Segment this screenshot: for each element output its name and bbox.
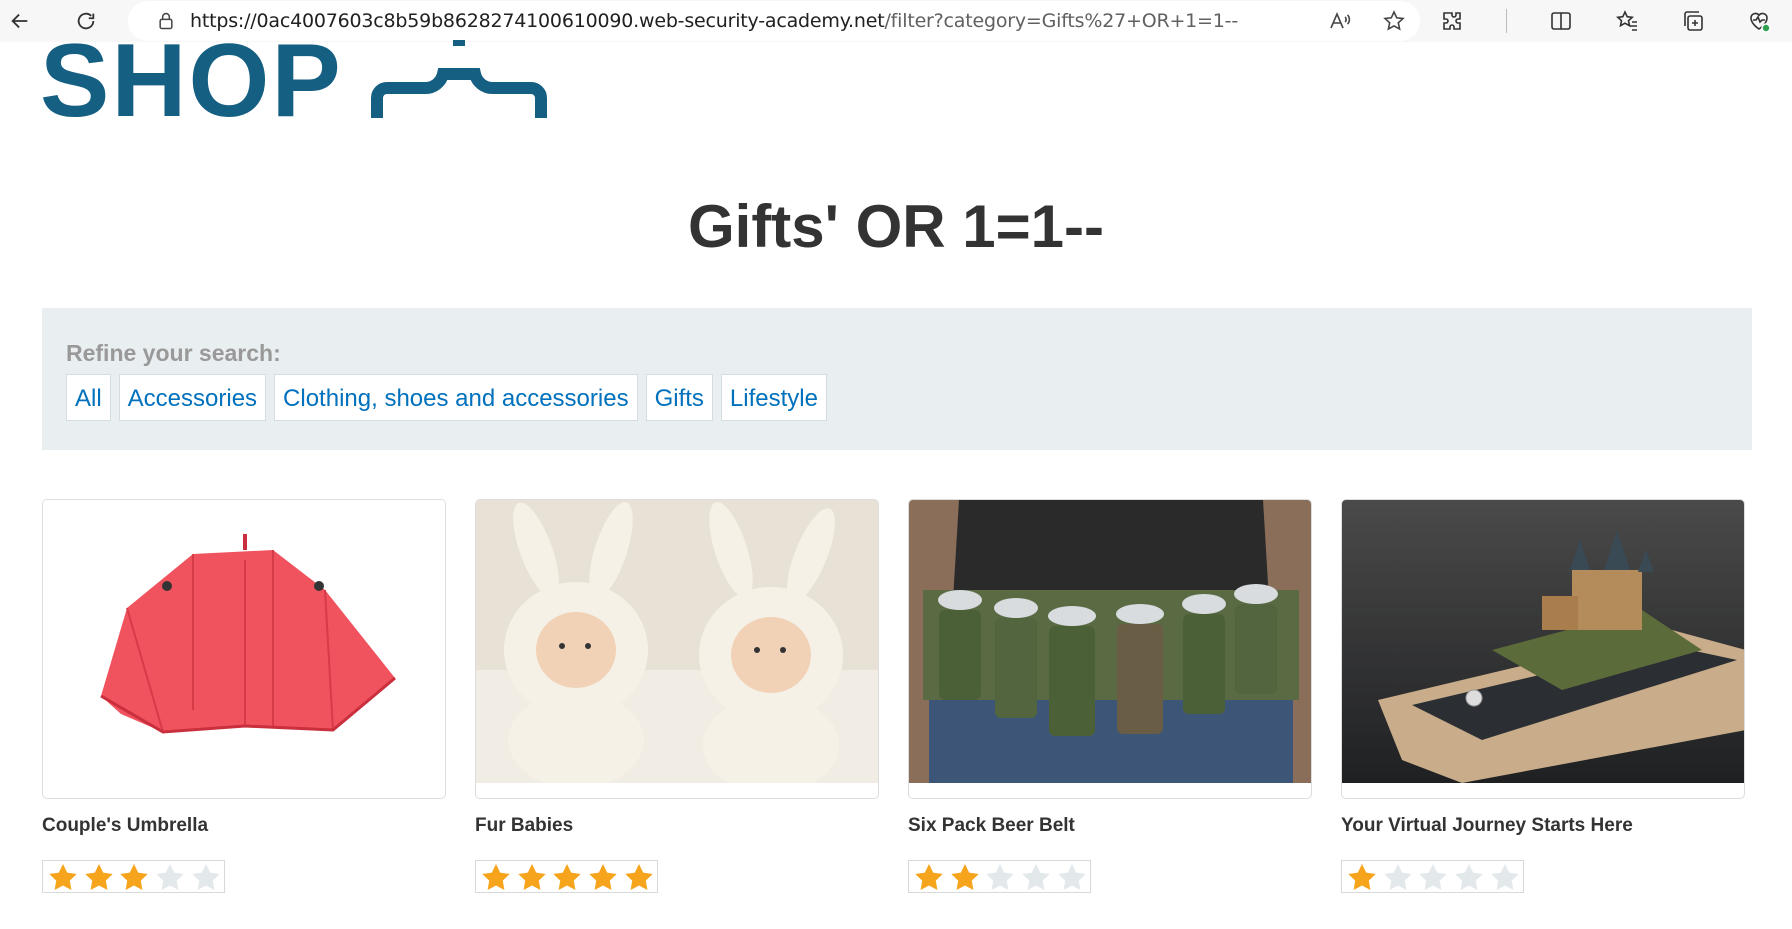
shop-logo[interactable]: SHOP: [40, 38, 547, 124]
logo-text: SHOP: [40, 38, 343, 124]
lock-icon[interactable]: [156, 11, 176, 31]
toolbar-divider: [1506, 9, 1507, 33]
product-card: Fur Babies: [475, 499, 879, 893]
star-rating: [475, 860, 658, 893]
split-screen-icon[interactable]: [1549, 9, 1573, 33]
filter-link-gifts[interactable]: Gifts: [645, 374, 713, 421]
refresh-icon[interactable]: [68, 3, 104, 39]
product-card: Six Pack Beer Belt: [908, 499, 1312, 893]
category-filter-list: All Accessories Clothing, shoes and acce…: [66, 374, 827, 421]
browser-toolbar: https://0ac4007603c8b59b8628274100610090…: [0, 0, 1792, 42]
product-name: Couple's Umbrella: [42, 815, 209, 836]
filter-link-all[interactable]: All: [66, 374, 111, 421]
filter-panel: Refine your search: All Accessories Clot…: [42, 308, 1752, 450]
url-text[interactable]: https://0ac4007603c8b59b8628274100610090…: [190, 10, 1238, 32]
star-filled-icon: [45, 862, 81, 892]
star-rating: [908, 860, 1091, 893]
star-rating: [42, 860, 225, 893]
star-filled-icon: [514, 862, 550, 892]
url-path: /filter?category=Gifts%27+OR+1=1--: [884, 10, 1238, 32]
favorites-icon[interactable]: [1615, 9, 1639, 33]
product-image-virtual-journey[interactable]: [1341, 499, 1745, 799]
star-empty-icon: [1416, 862, 1452, 892]
star-empty-icon: [152, 862, 188, 892]
filter-link-lifestyle[interactable]: Lifestyle: [720, 374, 827, 421]
star-empty-icon: [1487, 862, 1523, 892]
star-filled-icon: [621, 862, 657, 892]
filter-link-accessories[interactable]: Accessories: [118, 374, 267, 421]
product-card: Your Virtual Journey Starts Here: [1341, 499, 1745, 893]
address-bar[interactable]: https://0ac4007603c8b59b8628274100610090…: [128, 1, 1420, 41]
star-empty-icon: [1380, 862, 1416, 892]
star-filled-icon: [911, 862, 947, 892]
page-title: Gifts' OR 1=1--: [687, 193, 1104, 260]
collections-icon[interactable]: [1681, 9, 1705, 33]
star-filled-icon: [585, 862, 621, 892]
extensions-icon[interactable]: [1440, 9, 1464, 33]
star-filled-icon: [947, 862, 983, 892]
product-card: Couple's Umbrella: [42, 499, 446, 893]
star-empty-icon: [1018, 862, 1054, 892]
star-filled-icon: [117, 862, 153, 892]
filter-label: Refine your search:: [66, 340, 281, 366]
star-rating: [1341, 860, 1524, 893]
star-empty-icon: [1054, 862, 1090, 892]
product-image-beer-belt[interactable]: [908, 499, 1312, 799]
product-grid: Couple's Umbrella Fur Babies Six Pack Be…: [42, 499, 1745, 893]
browser-essentials-icon[interactable]: [1747, 9, 1771, 33]
star-empty-icon: [983, 862, 1019, 892]
star-filled-icon: [478, 862, 514, 892]
hanger-icon: [370, 40, 547, 118]
read-aloud-icon[interactable]: [1328, 9, 1352, 33]
product-name: Six Pack Beer Belt: [908, 815, 1075, 836]
favorite-star-icon[interactable]: [1382, 9, 1406, 33]
star-filled-icon: [1344, 862, 1380, 892]
product-name: Your Virtual Journey Starts Here: [1341, 815, 1633, 836]
star-filled-icon: [550, 862, 586, 892]
product-image-umbrella[interactable]: [42, 499, 446, 799]
url-host: https://0ac4007603c8b59b8628274100610090…: [190, 10, 885, 32]
star-filled-icon: [81, 862, 117, 892]
product-image-fur-babies[interactable]: [475, 499, 879, 799]
star-empty-icon: [1451, 862, 1487, 892]
star-empty-icon: [188, 862, 224, 892]
back-arrow-icon[interactable]: [2, 3, 38, 39]
filter-link-clothing[interactable]: Clothing, shoes and accessories: [274, 374, 638, 421]
product-name: Fur Babies: [475, 815, 574, 836]
